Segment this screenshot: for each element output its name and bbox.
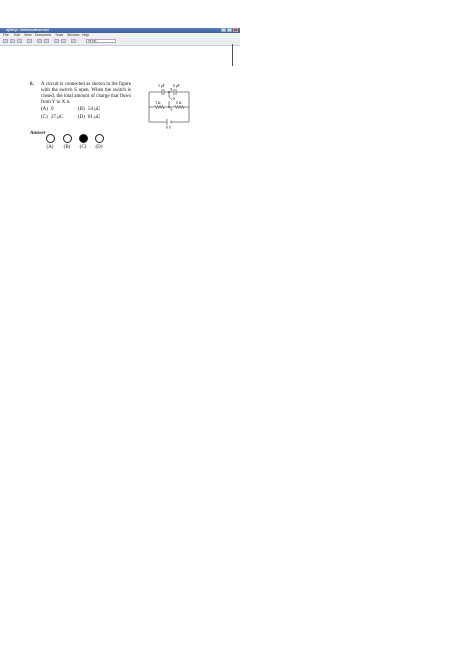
email-icon[interactable] bbox=[17, 39, 22, 43]
search-icon[interactable] bbox=[27, 39, 32, 43]
scrollbar[interactable] bbox=[232, 44, 233, 66]
resistor-2 bbox=[173, 104, 185, 110]
question-number: 6. bbox=[30, 82, 34, 87]
prev-page-icon[interactable] bbox=[37, 39, 42, 43]
switch-blade bbox=[168, 96, 173, 101]
menu-tools[interactable]: Tools bbox=[55, 33, 63, 37]
zoom-in-icon[interactable] bbox=[61, 39, 66, 43]
option-a-key: (A) bbox=[41, 107, 48, 112]
option-d-key: (D) bbox=[78, 115, 85, 120]
option-a-value: 0 bbox=[51, 107, 54, 112]
answer-choice-c: (C) bbox=[79, 145, 87, 150]
battery-label: 9 V bbox=[166, 126, 172, 130]
capacitor-2-label: 6 μF bbox=[173, 84, 180, 88]
menu-view[interactable]: View bbox=[24, 33, 32, 37]
question-text: A circuit is connected as shown in the f… bbox=[41, 82, 131, 105]
answer-bubble-d[interactable] bbox=[95, 134, 104, 143]
next-page-icon[interactable] bbox=[44, 39, 49, 43]
capacitor-1-label: 3 μF bbox=[158, 84, 165, 88]
menu-edit[interactable]: Edit bbox=[14, 33, 20, 37]
answer-bubble-c[interactable] bbox=[79, 134, 88, 143]
menu-document[interactable]: Document bbox=[35, 33, 51, 37]
option-c-value: 27 μC bbox=[51, 115, 64, 120]
print-icon[interactable] bbox=[10, 39, 15, 43]
option-b-value: 54 μC bbox=[88, 107, 101, 112]
close-icon[interactable] bbox=[233, 28, 238, 32]
resistor-2-label: 6 Ω bbox=[176, 101, 182, 105]
maximize-icon[interactable] bbox=[227, 28, 232, 32]
resistor-1 bbox=[153, 104, 165, 110]
open-icon[interactable] bbox=[3, 39, 8, 43]
answer-bubble-a[interactable] bbox=[46, 134, 55, 143]
window-title: ajlkfcpr nkkkeaafeamlan bbox=[6, 27, 49, 32]
menu-help[interactable]: Help bbox=[82, 33, 89, 37]
circuit-diagram: 3 μF 6 μF 3 Ω 6 Ω S X Y 9 V bbox=[148, 84, 190, 130]
toolbar: 75.6% bbox=[0, 38, 240, 46]
option-c-key: (C) bbox=[41, 115, 48, 120]
hand-tool-icon[interactable] bbox=[71, 39, 76, 43]
minimize-icon[interactable] bbox=[221, 28, 226, 32]
option-d-value: 81 μC bbox=[88, 115, 101, 120]
answer-choice-b: (B) bbox=[63, 145, 71, 150]
option-b-key: (B) bbox=[78, 107, 85, 112]
capacitor-1 bbox=[161, 89, 165, 95]
window-controls bbox=[221, 28, 238, 32]
menu-file[interactable]: File bbox=[3, 33, 9, 37]
answer-choice-a: (A) bbox=[46, 145, 54, 150]
switch-label: S bbox=[173, 97, 175, 101]
zoom-field[interactable]: 75.6% bbox=[86, 39, 116, 43]
viewer-window: ajlkfcpr nkkkeaafeamlan File Edit View D… bbox=[0, 27, 240, 50]
menu-window[interactable]: Window bbox=[67, 33, 79, 37]
battery bbox=[166, 119, 172, 125]
zoom-out-icon[interactable] bbox=[54, 39, 59, 43]
node-x-label: X bbox=[170, 88, 173, 92]
answer-bubble-b[interactable] bbox=[63, 134, 72, 143]
answer-label: Answer bbox=[30, 131, 46, 136]
resistor-1-label: 3 Ω bbox=[155, 101, 161, 105]
answer-choice-d: (D) bbox=[95, 145, 103, 150]
capacitor-2 bbox=[173, 89, 177, 95]
node-y-label: Y bbox=[170, 108, 173, 112]
